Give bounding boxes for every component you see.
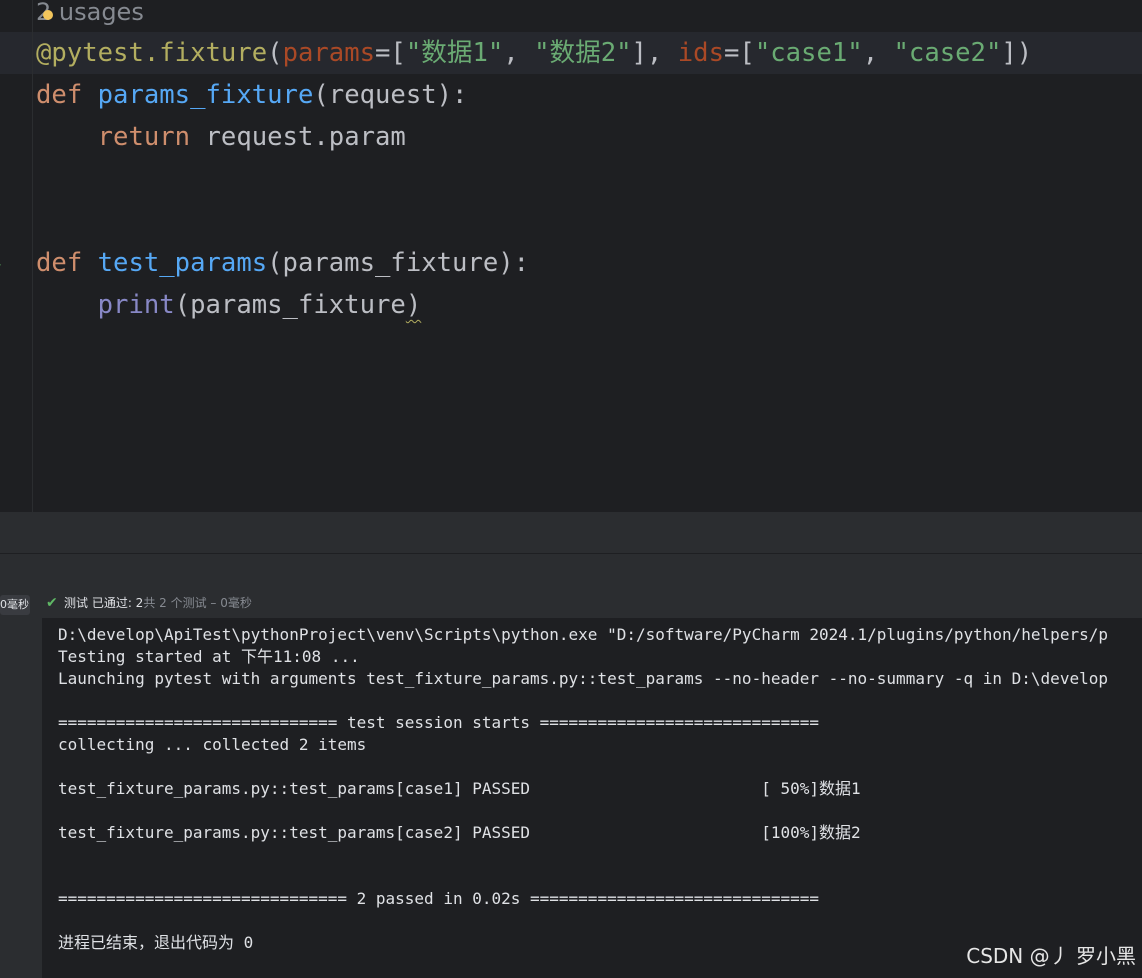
code-line: print(params_fixture) [36, 284, 422, 326]
code-token: ]) [1001, 38, 1033, 68]
code-token: , [503, 38, 535, 68]
code-line: def test_params(params_fixture): [36, 242, 529, 284]
code-token: def [36, 80, 98, 110]
code-token: ], [631, 38, 678, 68]
gutter-separator [32, 0, 33, 512]
test-duration-badge[interactable]: 0毫秒 [0, 595, 30, 615]
code-line: return request.param [36, 116, 406, 158]
panel-divider [0, 512, 1142, 553]
tool-window-header [0, 553, 1142, 589]
code-token: return [97, 122, 206, 152]
code-token: (params_fixture [174, 290, 406, 320]
console-line: ============================== 2 passed … [58, 889, 819, 908]
console-line: ============================= test sessi… [58, 713, 819, 732]
code-token: request.param [205, 122, 406, 152]
code-line: @pytest.fixture(params=["数据1", "数据2"], i… [36, 32, 1032, 74]
code-token: (request): [313, 80, 468, 110]
code-token: =[ [723, 38, 755, 68]
test-status-bar: ✔ 测试 已通过: 2共 2 个测试 – 0毫秒 [42, 588, 1142, 618]
console-line: Testing started at 下午11:08 ... [58, 647, 360, 666]
code-token: test_params [97, 248, 268, 278]
test-passed-count: 测试 已通过: 2 [64, 596, 144, 610]
code-token: @pytest.fixture [36, 38, 268, 68]
test-tree-rail [0, 588, 42, 978]
code-token: params [282, 38, 376, 68]
test-total-summary: 共 2 个测试 – 0毫秒 [143, 596, 252, 610]
console-line: 进程已结束，退出代码为 0 [58, 933, 254, 952]
code-token: params_fixture [97, 80, 314, 110]
code-token: ) [405, 290, 422, 320]
watermark: CSDN @丿 罗小黑 [966, 944, 1136, 968]
code-token: , [862, 38, 894, 68]
code-token: =[ [375, 38, 406, 68]
test-status-text: 测试 已通过: 2共 2 个测试 – 0毫秒 [64, 588, 252, 618]
console-line: test_fixture_params.py::test_params[case… [58, 779, 861, 798]
lightbulb-icon[interactable] [43, 10, 53, 20]
run-gutter-icon[interactable]: › [0, 257, 2, 273]
run-console-output[interactable]: D:\develop\ApiTest\pythonProject\venv\Sc… [42, 618, 1142, 978]
code-token: "数据2" [534, 38, 632, 68]
console-line: D:\develop\ApiTest\pythonProject\venv\Sc… [58, 625, 1108, 644]
code-token: "case1" [754, 38, 863, 68]
code-line: def params_fixture(request): [36, 74, 467, 116]
code-token: ids [677, 38, 724, 68]
code-token: def [36, 248, 98, 278]
code-token: (params_fixture): [267, 248, 530, 278]
code-token: print [97, 290, 175, 320]
code-token: "case2" [893, 38, 1002, 68]
console-line: collecting ... collected 2 items [58, 735, 367, 754]
check-icon: ✔ [46, 595, 58, 611]
code-token: "数据1" [405, 38, 504, 68]
console-line: Launching pytest with arguments test_fix… [58, 669, 1108, 688]
code-token: ( [267, 38, 283, 68]
code-editor[interactable]: 2 usages › @pytest.fixture(params=["数据1"… [0, 0, 1142, 512]
console-line: test_fixture_params.py::test_params[case… [58, 823, 861, 842]
